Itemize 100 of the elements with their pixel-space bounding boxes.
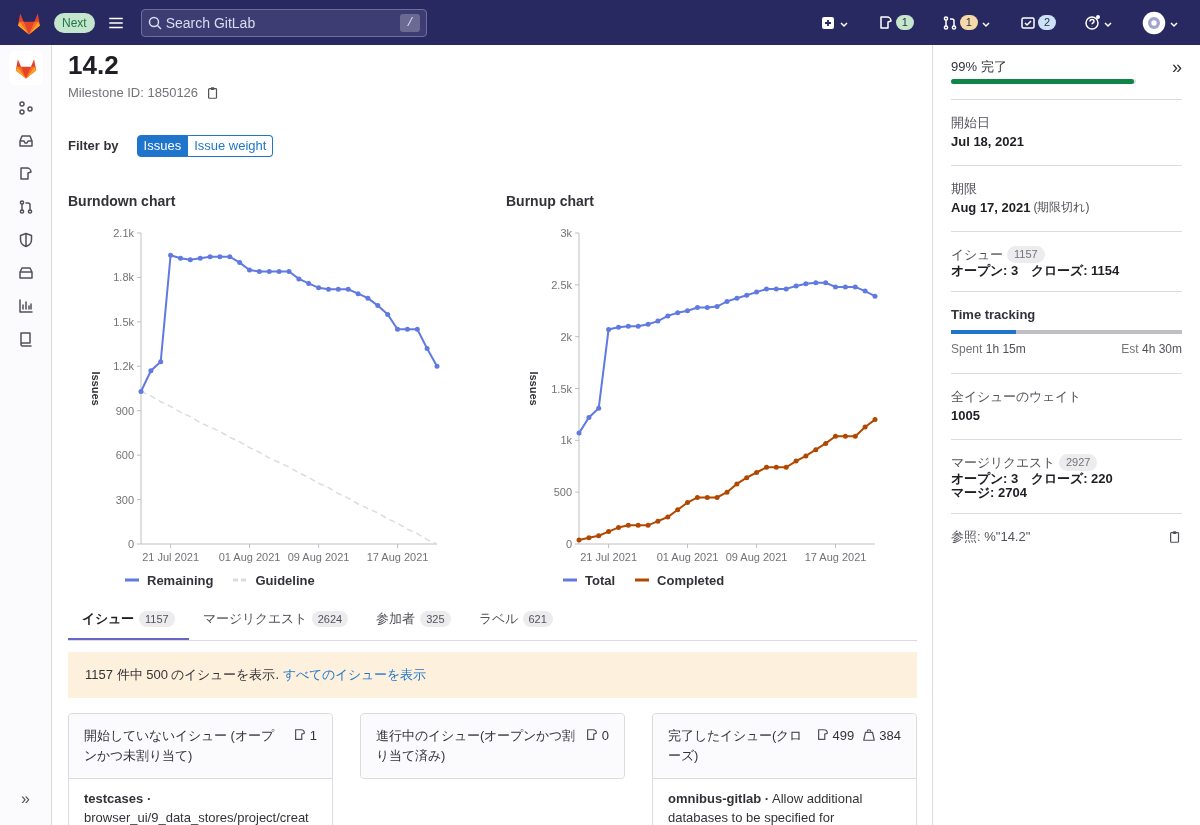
legend-swatch — [563, 578, 577, 583]
tick-label: 0 — [565, 537, 572, 550]
axis-title: Issues — [90, 370, 102, 406]
count-text: 1 — [309, 728, 317, 744]
tab[interactable]: 参加者 325 — [362, 600, 465, 640]
count-badge: 1157 — [139, 610, 175, 628]
merge-request-icon — [941, 14, 958, 31]
todo-icon — [1019, 14, 1036, 31]
bar-chart-icon[interactable] — [17, 298, 34, 314]
tick-label: 2.5k — [551, 278, 572, 291]
axis-title: Issues — [528, 370, 540, 406]
progress-label: 99% 完了 — [951, 58, 1007, 76]
tick-label: 2k — [560, 330, 572, 343]
count-badge: 325 — [420, 610, 451, 628]
groups-icon[interactable] — [17, 100, 34, 116]
show-all-link[interactable]: すべてのイシューを表示 — [283, 665, 427, 685]
legend-label: Remaining — [147, 571, 214, 590]
due-date-value: Aug 17, 2021 — [951, 199, 1031, 217]
legend-label: Total — [585, 571, 616, 590]
legend-label: Guideline — [255, 571, 315, 590]
issue-icon[interactable] — [17, 166, 34, 182]
chart-title: Burnup chart — [506, 191, 595, 211]
issue-icon — [292, 728, 307, 742]
chart-title: Burndown chart — [68, 191, 177, 211]
tick-label: 17 Aug 2021 — [804, 550, 867, 563]
tick-label: 1.5k — [113, 315, 134, 328]
tick-label: 17 Aug 2021 — [366, 550, 429, 563]
time-tracking-title: Time tracking — [951, 306, 1037, 324]
due-date-label: 期限 — [951, 179, 978, 198]
legend-swatch — [233, 578, 248, 583]
shield-icon[interactable] — [17, 232, 34, 248]
legend-label: Completed — [657, 571, 725, 590]
issue-text[interactable]: omnibus-gitlab · Allow additional databases to be specified for — [653, 779, 916, 825]
issues-stats: オープン: 3 クローズ: 1154 — [951, 264, 1121, 278]
merge-requests-label: マージリクエスト — [951, 453, 1055, 472]
tab[interactable]: イシュー 1157 — [68, 600, 189, 640]
tick-label: 1.2k — [113, 359, 134, 372]
filter-toggle[interactable]: Issue weight — [188, 134, 274, 157]
avatar-icon — [1142, 10, 1166, 35]
tick-label: 01 Aug 2021 — [656, 550, 719, 563]
collapse-button[interactable]: » — [21, 787, 30, 811]
count-text: 0 — [601, 728, 609, 744]
tick-label: 21 Jul 2021 — [580, 550, 638, 563]
issue-icon — [584, 728, 599, 742]
tick-label: 300 — [115, 493, 134, 506]
legend-swatch — [125, 578, 139, 583]
plus-square-icon — [819, 14, 836, 31]
filter-toggle[interactable]: Issues — [136, 134, 189, 157]
merge-requests-stats: マージ: 2704 — [951, 486, 1028, 500]
count-badge: 2927 — [1059, 454, 1098, 471]
tick-label: 1.5k — [551, 382, 572, 394]
copy-icon[interactable] — [1168, 529, 1182, 544]
tick-label: 500 — [553, 485, 572, 498]
issue-button[interactable]: 1 — [873, 8, 918, 37]
total-weight-label: 全イシューのウェイト — [951, 387, 1082, 406]
count-text: 384 — [879, 728, 901, 744]
count-text: 499 — [832, 728, 855, 744]
tick-label: 600 — [115, 448, 134, 461]
merge-request-icon[interactable] — [17, 199, 34, 215]
milestone-id: Milestone ID: 1850126 — [68, 84, 199, 102]
board-title: 開始していないイシュー (オープンかつ未割り当て) — [84, 727, 276, 765]
tick-label: 1.8k — [113, 270, 134, 283]
issue-icon — [877, 14, 894, 31]
merge-requests-stats: オープン: 3 クローズ: 220 — [951, 472, 1114, 486]
weight-icon — [862, 728, 877, 742]
count-badge: 1 — [895, 15, 914, 30]
tick-label: 3k — [560, 226, 572, 239]
estimate-text: Est 4h 30m — [1121, 340, 1182, 358]
start-date-value: Jul 18, 2021 — [951, 133, 1025, 151]
tick-label: 01 Aug 2021 — [218, 550, 281, 563]
tab[interactable]: ラベル 621 — [464, 600, 567, 640]
tab[interactable]: マージリクエスト 2624 — [188, 600, 363, 640]
milestone-title: 14.2 — [68, 49, 120, 81]
tick-label: 0 — [127, 537, 134, 550]
collapse-button[interactable]: » — [1172, 58, 1182, 75]
count-badge: 2624 — [311, 610, 349, 628]
issue-icon — [815, 728, 830, 742]
inbox-icon[interactable] — [17, 133, 34, 149]
search-icon — [146, 14, 163, 31]
issue-text[interactable]: testcases · browser_ui/9_data_stores/project/creat — [69, 779, 332, 825]
tick-label: 2.1k — [113, 226, 134, 239]
filter-label: Filter by — [68, 136, 119, 155]
help-icon — [1084, 14, 1100, 31]
todo-button[interactable]: 2 — [1015, 8, 1060, 37]
board-title: 進行中のイシュー(オープンかつ割り当て済み) — [376, 727, 577, 765]
start-date-label: 開始日 — [951, 113, 991, 132]
merge-request-button[interactable]: 1 — [937, 8, 996, 37]
tick-label: 09 Aug 2021 — [287, 550, 350, 563]
alert-text: 1157 件中 500 のイシューを表示. — [85, 666, 280, 685]
total-weight-value: 1005 — [951, 407, 981, 425]
count-badge: 1157 — [1007, 246, 1045, 263]
issues-label: イシュー — [951, 245, 1003, 264]
board-title: 完了したイシュー(クローズ) — [668, 727, 804, 765]
reference-text: 参照: %"14.2" — [951, 528, 1031, 546]
book-icon[interactable] — [17, 331, 34, 347]
tick-label: 1k — [560, 433, 572, 446]
package-icon[interactable] — [17, 265, 34, 281]
tick-label: 09 Aug 2021 — [725, 550, 788, 563]
tick-label: 21 Jul 2021 — [142, 550, 200, 563]
tick-label: 900 — [115, 404, 134, 417]
